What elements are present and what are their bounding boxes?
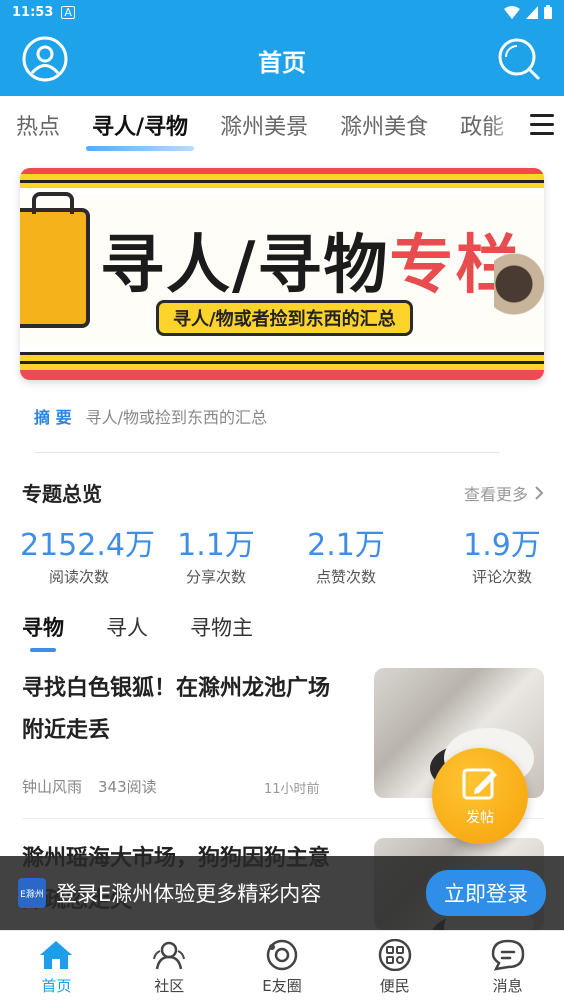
message-icon [491, 939, 524, 971]
article-author: 钟山风雨 [22, 778, 83, 796]
see-more-link[interactable]: 查看更多 [464, 481, 544, 505]
chevron-right-icon [535, 485, 544, 500]
divider [34, 452, 500, 453]
e-circle-icon [266, 939, 298, 971]
banner-headline-main: 寻人/寻物 [100, 229, 390, 303]
app-header: 首页 [0, 24, 564, 96]
post-button-label: 发帖 [466, 810, 494, 826]
category-tabs: 热点 寻人/寻物 滁州美景 滁州美食 政能 [0, 96, 564, 154]
tab-chuzhou-food[interactable]: 滁州美食 [324, 109, 444, 141]
stat-label: 分享次数 [185, 568, 246, 586]
login-button[interactable]: 立即登录 [426, 870, 546, 916]
services-icon [378, 939, 412, 971]
menu-icon[interactable] [530, 114, 554, 136]
tabs-fade [486, 96, 526, 154]
login-prompt-bar: E滁州 登录E滁州体验更多精彩内容 立即登录 [0, 856, 564, 930]
subtab-find-person[interactable]: 寻人 [106, 612, 148, 642]
bottom-navigation: 首页 社区 E友圈 便民 消息 [0, 930, 564, 1004]
stat-label: 阅读次数 [48, 568, 109, 586]
stat-value: 1.1万 [177, 528, 255, 563]
home-icon [40, 941, 73, 969]
suitcase-illustration [20, 192, 90, 328]
topic-banner[interactable]: 寻人/寻物专栏 寻人/物或者捡到东西的汇总 [20, 168, 544, 380]
stat-value: 2.1万 [307, 528, 385, 563]
nav-messages[interactable]: 消息 [451, 931, 564, 1004]
stat-label: 评论次数 [471, 568, 532, 586]
nav-label: 消息 [492, 977, 523, 995]
profile-button[interactable] [22, 36, 68, 82]
tab-chuzhou-scenery[interactable]: 滁州美景 [204, 109, 324, 141]
nav-label: 便民 [379, 977, 410, 995]
banner-stripe-top [20, 168, 544, 194]
overview-title: 专题总览 [22, 482, 102, 506]
article-meta: 钟山风雨 343阅读 [22, 776, 157, 797]
stats-row: 2152.4万 阅读次数 1.1万 分享次数 2.1万 点赞次数 1.9万 评论… [0, 520, 564, 587]
search-icon [498, 38, 540, 80]
overview-header: 专题总览 查看更多 [22, 478, 544, 507]
banner-stripe-bottom [20, 346, 544, 380]
subtab-find-owner[interactable]: 寻物主 [190, 612, 253, 642]
stat-reads: 2152.4万 阅读次数 [20, 520, 155, 587]
stat-comments: 1.9万 评论次数 [452, 520, 552, 587]
nav-e-circle[interactable]: E友圈 [226, 931, 339, 1004]
banner-headline: 寻人/寻物专栏 [100, 214, 521, 306]
nav-services[interactable]: 便民 [338, 931, 451, 1004]
community-icon [153, 941, 186, 970]
edit-icon [462, 768, 497, 800]
nav-label: 首页 [41, 977, 72, 995]
banner-subtitle: 寻人/物或者捡到东西的汇总 [156, 300, 413, 336]
nav-community[interactable]: 社区 [113, 931, 226, 1004]
signal-icon [526, 5, 538, 19]
sub-tabs: 寻物 寻人 寻物主 [22, 612, 253, 652]
article-title: 寻找白色银狐！在滁州龙池广场附近走丢 [22, 676, 331, 743]
post-button[interactable]: 发帖 [432, 748, 528, 844]
tab-lost-found[interactable]: 寻人/寻物 [76, 109, 204, 151]
stat-label: 点赞次数 [315, 568, 376, 586]
stat-value: 1.9万 [463, 528, 541, 563]
summary-label: 摘 要 [34, 408, 72, 427]
search-button[interactable] [496, 36, 542, 82]
stat-likes: 2.1万 点赞次数 [296, 520, 396, 587]
notification-icon: A [61, 5, 75, 19]
battery-icon [544, 5, 552, 19]
article-time: 11小时前 [264, 782, 320, 797]
app-logo: E滁州 [18, 878, 46, 908]
topic-summary: 摘 要 寻人/物或捡到东西的汇总 [34, 404, 267, 428]
page-title: 首页 [258, 48, 306, 77]
dog-illustration [494, 248, 544, 338]
tab-hot[interactable]: 热点 [0, 109, 76, 141]
see-more-label: 查看更多 [463, 484, 528, 504]
wifi-icon [504, 5, 520, 19]
summary-text: 寻人/物或捡到东西的汇总 [85, 408, 267, 427]
stat-shares: 1.1万 分享次数 [166, 520, 266, 587]
login-prompt-text: 登录E滁州体验更多精彩内容 [56, 882, 322, 906]
article-reads: 343阅读 [98, 778, 157, 796]
subtab-find-item[interactable]: 寻物 [22, 612, 64, 652]
nav-home[interactable]: 首页 [0, 931, 113, 1004]
status-bar: 11:53 A [0, 0, 564, 24]
nav-label: E友圈 [262, 977, 302, 995]
stat-value: 2152.4万 [20, 528, 155, 563]
status-time: 11:53 [12, 4, 54, 20]
user-icon [22, 36, 68, 82]
nav-label: 社区 [154, 977, 185, 995]
